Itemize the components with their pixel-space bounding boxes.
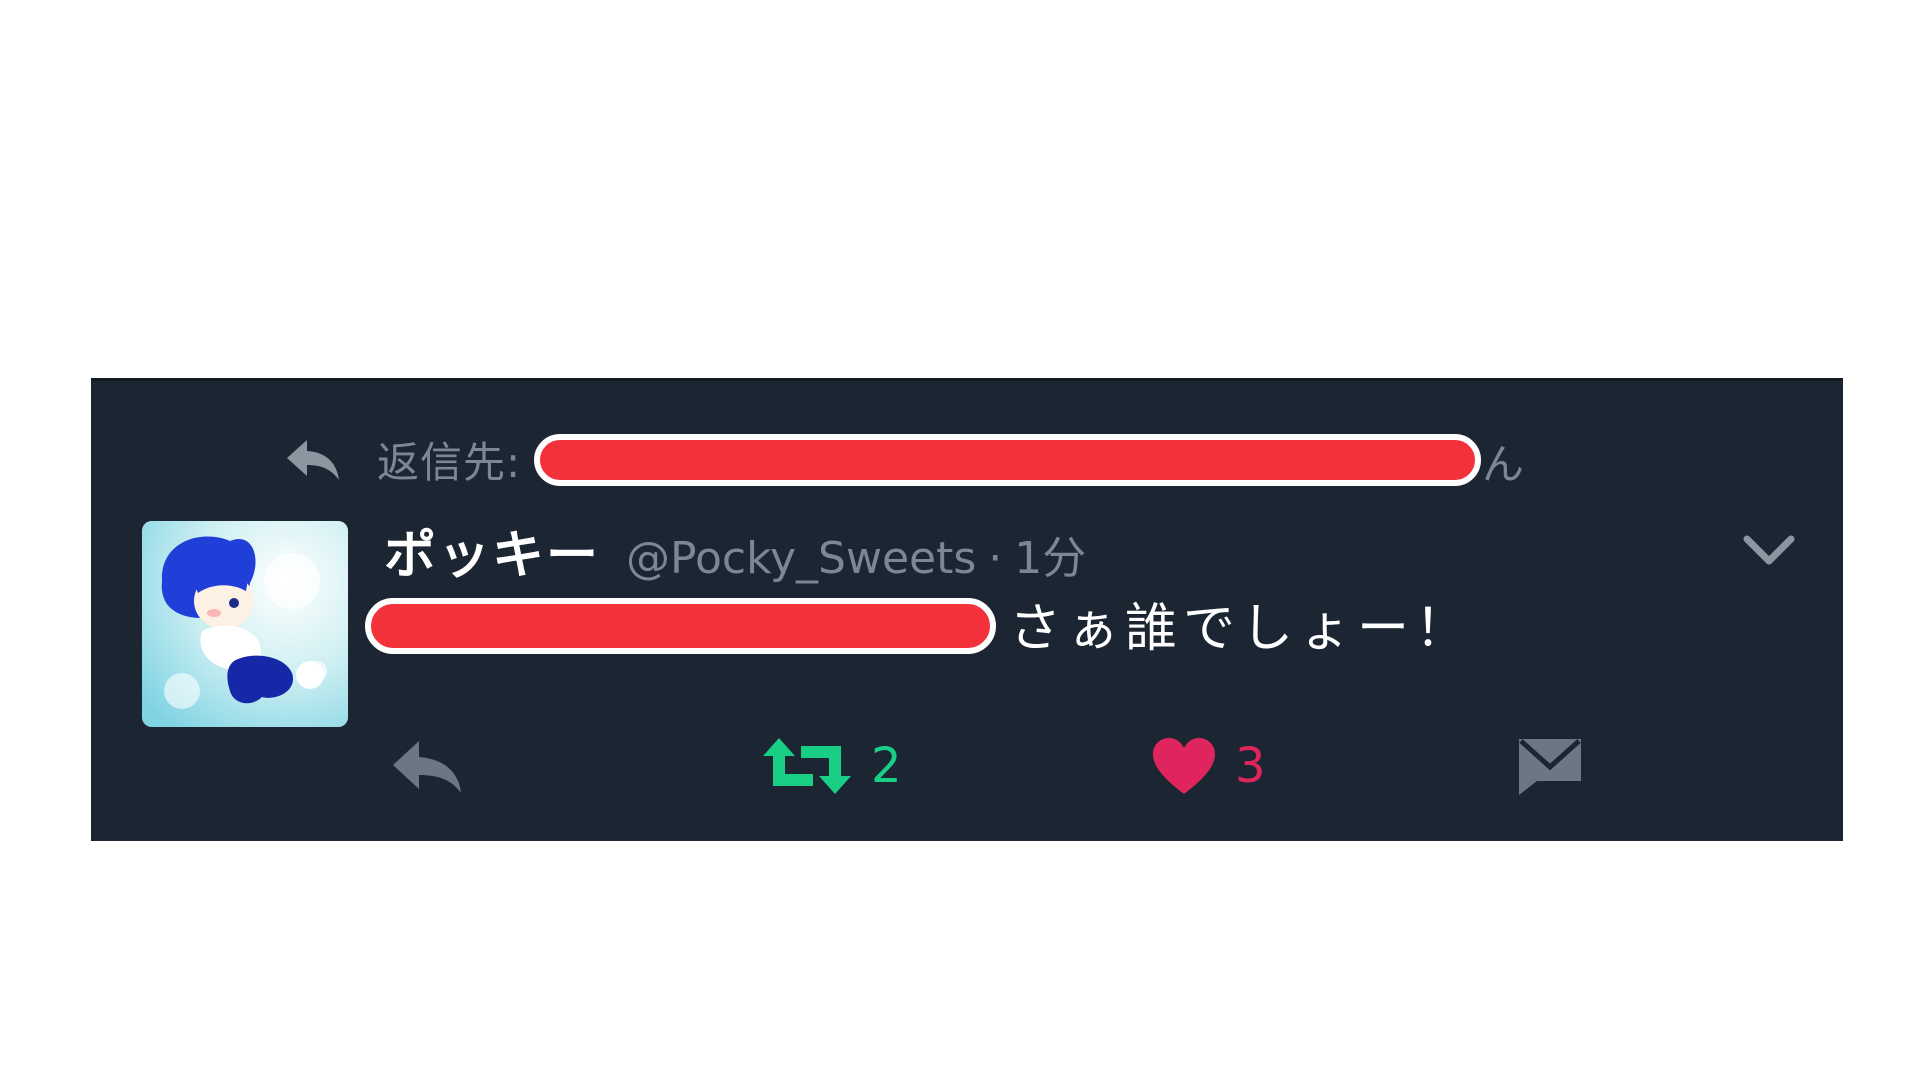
redaction-mark (534, 434, 1481, 486)
tweet-text: さぁ誰でしょー！ (1009, 599, 1474, 659)
tweet-header: ポッキー @Pocky_Sweets · 1分 (384, 513, 1086, 588)
display-name[interactable]: ポッキー (384, 513, 600, 588)
user-handle[interactable]: @Pocky_Sweets (626, 533, 976, 584)
reply-button[interactable] (389, 721, 465, 811)
reply-to-label: 返信先: (377, 437, 522, 487)
like-count: 3 (1235, 738, 1266, 794)
action-bar: 2 3 (91, 721, 1843, 811)
heart-icon (1153, 738, 1215, 794)
retweet-button[interactable]: 2 (761, 721, 902, 811)
reply-to-suffix: ん (1482, 440, 1525, 489)
avatar[interactable] (142, 521, 348, 727)
separator-dot: · (988, 533, 1003, 584)
reply-arrow-icon (287, 440, 339, 480)
reply-context: 返信先: (283, 429, 521, 489)
like-button[interactable]: 3 (1151, 721, 1266, 811)
retweet-count: 2 (871, 738, 902, 794)
redaction-mark (365, 598, 996, 654)
chevron-down-icon[interactable] (1741, 531, 1797, 569)
timestamp[interactable]: 1分 (1014, 522, 1086, 586)
screenshot-canvas: 返信先: ん ポッキー @Pocky_Sweets · 1分 さぁ誰でしょー！ … (0, 0, 1920, 1080)
direct-message-button[interactable] (1515, 721, 1585, 811)
tweet-card[interactable]: 返信先: ん ポッキー @Pocky_Sweets · 1分 さぁ誰でしょー！ … (91, 378, 1843, 841)
envelope-icon (1519, 739, 1581, 795)
retweet-icon (763, 738, 851, 794)
avatar-illustration (142, 521, 348, 727)
reply-icon (393, 741, 461, 793)
